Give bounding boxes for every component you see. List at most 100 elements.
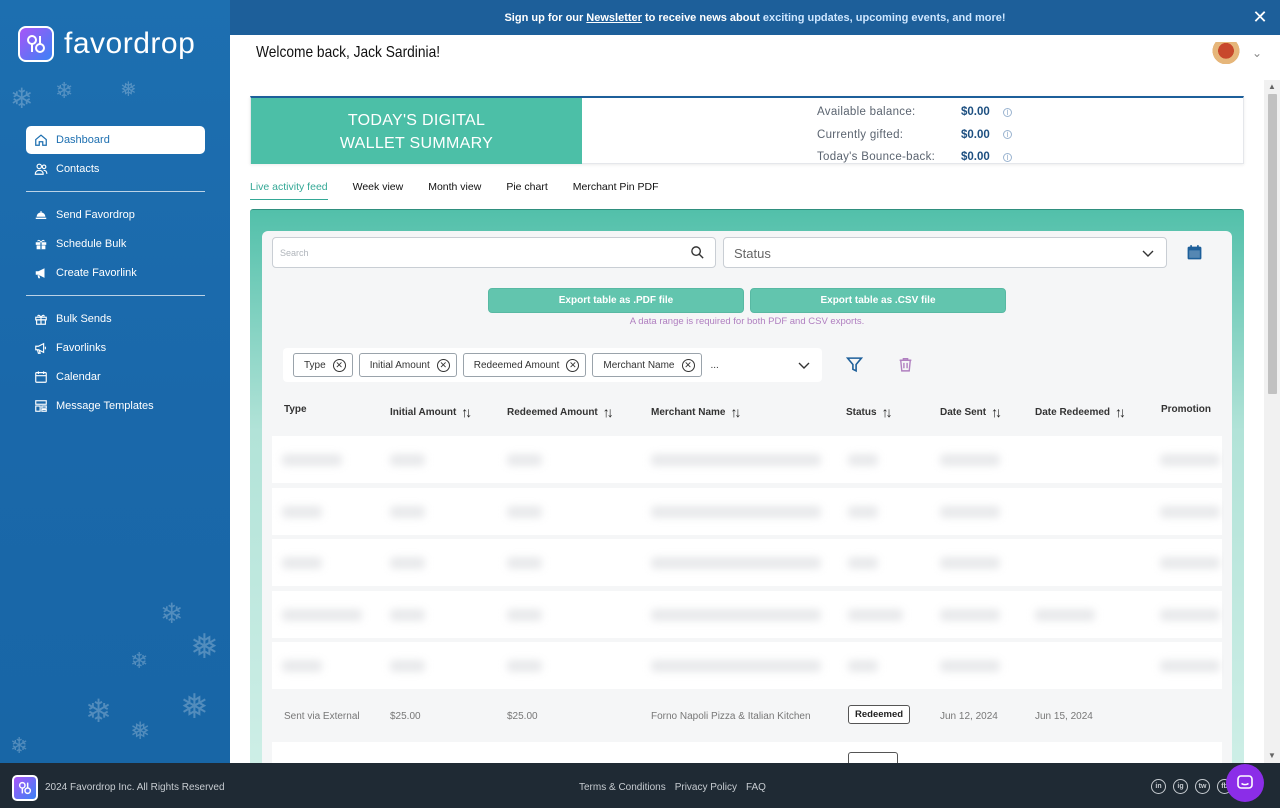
column-header-redeemed-amount[interactable]: Redeemed Amount ↑↓ bbox=[507, 404, 614, 420]
terms-link[interactable]: Terms & Conditions bbox=[579, 782, 666, 793]
column-header-initial-amount[interactable]: Initial Amount ↑↓ bbox=[390, 404, 472, 420]
search-input[interactable] bbox=[273, 238, 673, 267]
filter-icon[interactable] bbox=[846, 356, 863, 373]
sidebar-item-contacts[interactable]: Contacts bbox=[26, 155, 205, 183]
column-label: Type bbox=[284, 404, 307, 415]
column-label: Initial Amount bbox=[390, 406, 457, 418]
calendar-icon bbox=[34, 370, 48, 384]
blurred-cell bbox=[940, 609, 1000, 621]
newsletter-link[interactable]: Newsletter bbox=[586, 12, 642, 24]
sidebar-item-create-favorlink[interactable]: Create Favorlink bbox=[26, 259, 205, 287]
table-row[interactable] bbox=[272, 488, 1222, 535]
chip-label: Initial Amount bbox=[369, 359, 430, 371]
blurred-cell bbox=[1160, 660, 1220, 672]
sort-icon: ↑↓ bbox=[1115, 404, 1126, 420]
blurred-cell bbox=[507, 660, 542, 672]
column-header-promotion[interactable]: Promotion bbox=[1161, 404, 1211, 415]
blurred-cell bbox=[940, 660, 1000, 672]
table-row[interactable] bbox=[272, 436, 1222, 483]
profile-menu[interactable]: ⌄ bbox=[1207, 42, 1262, 64]
info-icon[interactable]: i bbox=[1003, 107, 1012, 117]
snowflake-decoration: ❄ bbox=[10, 83, 34, 114]
calendar-icon[interactable] bbox=[1186, 244, 1203, 261]
table-row[interactable] bbox=[272, 642, 1222, 689]
brand-logo[interactable]: favordrop bbox=[18, 26, 195, 62]
remove-chip-icon[interactable]: ✕ bbox=[566, 358, 580, 372]
status-select[interactable]: Status bbox=[723, 237, 1167, 268]
sidebar-item-schedule-bulk[interactable]: Schedule Bulk bbox=[26, 230, 205, 258]
page-scrollbar[interactable]: ▲ ▼ bbox=[1264, 80, 1280, 763]
export-note: A data range is required for both PDF an… bbox=[629, 316, 865, 327]
summary-label: Today's Bounce-back: bbox=[817, 151, 936, 164]
remove-chip-icon[interactable]: ✕ bbox=[332, 358, 346, 372]
blurred-cell bbox=[390, 506, 425, 518]
snowflake-decoration: ❅ bbox=[190, 628, 219, 666]
sort-icon: ↑↓ bbox=[881, 404, 893, 420]
summary-value: $0.00 bbox=[961, 128, 990, 141]
blurred-cell bbox=[651, 609, 821, 621]
sidebar-item-label: Calendar bbox=[56, 371, 101, 383]
column-header-date-sent[interactable]: Date Sent ↑↓ bbox=[940, 404, 1002, 420]
blurred-cell bbox=[282, 660, 322, 672]
template-icon bbox=[34, 399, 48, 413]
close-icon[interactable]: ✕ bbox=[1252, 8, 1268, 26]
sidebar-item-send-favordrop[interactable]: Send Favordrop bbox=[26, 201, 205, 229]
table-row[interactable] bbox=[272, 742, 1222, 764]
table-row[interactable]: Sent via External $25.00 $25.00 Forno Na… bbox=[272, 693, 1222, 740]
megaphone-icon bbox=[34, 266, 48, 280]
column-label: Redeemed Amount bbox=[507, 406, 598, 418]
snowflake-decoration: ❅ bbox=[180, 688, 209, 726]
chevron-down-icon: ⌄ bbox=[1251, 46, 1262, 60]
linkedin-icon[interactable]: in bbox=[1151, 779, 1166, 794]
column-label: Promotion bbox=[1161, 404, 1211, 415]
home-icon bbox=[34, 133, 48, 147]
scroll-down-icon[interactable]: ▼ bbox=[1267, 751, 1277, 761]
sidebar-item-bulk-sends[interactable]: Bulk Sends bbox=[26, 305, 205, 333]
tab-merchant-pin-pdf[interactable]: Merchant Pin PDF bbox=[573, 181, 659, 200]
search-icon[interactable] bbox=[690, 245, 705, 260]
nav-divider bbox=[26, 295, 205, 296]
column-header-status[interactable]: Status ↑↓ bbox=[846, 404, 893, 420]
blurred-cell bbox=[848, 557, 878, 569]
column-header-merchant-name[interactable]: Merchant Name ↑↓ bbox=[651, 404, 741, 420]
sidebar-item-dashboard[interactable]: Dashboard bbox=[26, 126, 205, 154]
chip-label: Merchant Name bbox=[603, 359, 675, 371]
tab-month-view[interactable]: Month view bbox=[428, 181, 481, 200]
sidebar-item-message-templates[interactable]: Message Templates bbox=[26, 392, 205, 420]
search-field[interactable] bbox=[272, 237, 716, 268]
privacy-link[interactable]: Privacy Policy bbox=[675, 782, 737, 793]
tab-pie-chart[interactable]: Pie chart bbox=[506, 181, 547, 200]
table-body: Sent via External $25.00 $25.00 Forno Na… bbox=[272, 436, 1224, 764]
scrollbar-thumb[interactable] bbox=[1268, 94, 1277, 394]
info-icon[interactable]: i bbox=[1003, 130, 1012, 140]
table-row[interactable] bbox=[272, 591, 1222, 638]
sidebar-item-label: Favorlinks bbox=[56, 342, 107, 354]
remove-chip-icon[interactable]: ✕ bbox=[436, 358, 450, 372]
tab-live-activity-feed[interactable]: Live activity feed bbox=[250, 181, 328, 200]
trash-icon[interactable] bbox=[897, 356, 914, 373]
column-header-type[interactable]: Type bbox=[284, 404, 307, 415]
chevron-down-icon[interactable] bbox=[798, 359, 810, 371]
instagram-icon[interactable]: ig bbox=[1173, 779, 1188, 794]
export-pdf-button[interactable]: Export table as .PDF file bbox=[488, 288, 744, 313]
food-tray-icon bbox=[34, 208, 48, 222]
sidebar: ❄ ❄ ❅ ❄ ❅ ❄ ❄ ❅ ❄ ❅ favordrop Dashboard … bbox=[0, 0, 230, 763]
twitter-icon[interactable]: tw bbox=[1195, 779, 1210, 794]
sidebar-item-calendar[interactable]: Calendar bbox=[26, 363, 205, 391]
scroll-up-icon[interactable]: ▲ bbox=[1267, 82, 1277, 92]
export-csv-button[interactable]: Export table as .CSV file bbox=[750, 288, 1006, 313]
info-icon[interactable]: i bbox=[1003, 152, 1012, 162]
column-chips[interactable]: Type ✕ Initial Amount ✕ Redeemed Amount ✕ M… bbox=[283, 348, 822, 382]
merchant-avatar bbox=[1207, 42, 1244, 64]
column-header-date-redeemed[interactable]: Date Redeemed ↑↓ bbox=[1035, 404, 1126, 420]
table-row[interactable] bbox=[272, 539, 1222, 586]
faq-link[interactable]: FAQ bbox=[746, 782, 766, 793]
sidebar-item-favorlinks[interactable]: Favorlinks bbox=[26, 334, 205, 362]
tab-week-view[interactable]: Week view bbox=[353, 181, 404, 200]
chat-launcher-button[interactable] bbox=[1226, 764, 1264, 802]
blurred-cell bbox=[848, 506, 878, 518]
remove-chip-icon[interactable]: ✕ bbox=[681, 358, 695, 372]
blurred-cell bbox=[507, 609, 542, 621]
favordrop-logo-icon bbox=[12, 775, 38, 801]
cell-merchant-name: Forno Napoli Pizza & Italian Kitchen bbox=[651, 711, 811, 722]
